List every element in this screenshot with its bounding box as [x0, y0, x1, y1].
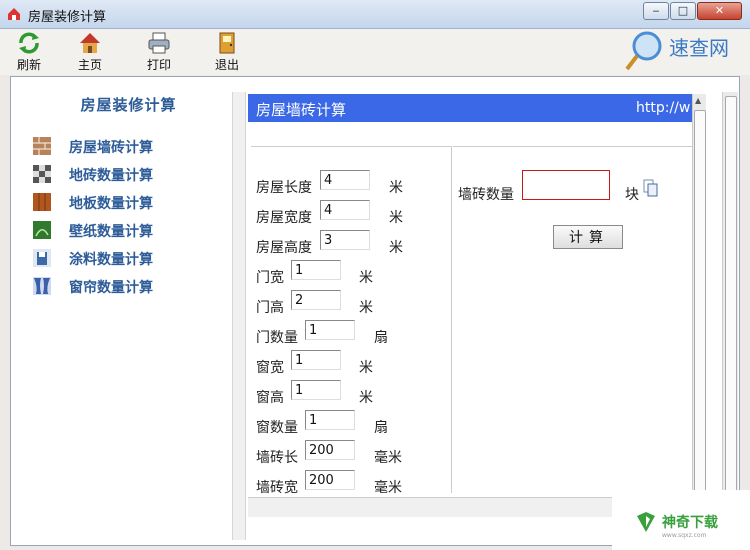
sidebar-item-floor-tile[interactable]: 地砖数量计算 — [31, 162, 221, 186]
window-height-input[interactable] — [291, 380, 341, 400]
field-label: 房屋宽度 — [256, 210, 312, 226]
brick-wall-icon — [33, 137, 51, 155]
exit-button[interactable]: 退出 — [202, 31, 252, 73]
watermark-subtext: www.sqxz.com — [662, 532, 707, 539]
app-icon — [8, 8, 20, 20]
refresh-label: 刷新 — [16, 58, 41, 72]
magnifier-icon — [625, 31, 662, 71]
field-unit: 米 — [389, 240, 403, 256]
splitter[interactable] — [232, 92, 246, 540]
field-label: 墙砖长 — [256, 450, 298, 466]
room-width-input[interactable] — [320, 200, 370, 220]
field-unit: 米 — [359, 300, 373, 316]
scroll-thumb[interactable] — [694, 110, 706, 500]
home-label: 主页 — [77, 58, 102, 72]
room-length-input[interactable] — [320, 170, 370, 190]
scroll-thumb[interactable] — [725, 96, 737, 526]
content-header: 房屋墙砖计算 http://w — [248, 94, 693, 122]
field-label: 墙砖宽 — [256, 480, 298, 496]
refresh-button[interactable]: 刷新 — [4, 31, 54, 73]
tile-width-input[interactable] — [305, 470, 355, 490]
sidebar-title: 房屋装修计算 — [80, 96, 177, 114]
checker-tile-icon — [33, 165, 51, 183]
main-scrollbar[interactable] — [722, 92, 738, 540]
print-button[interactable]: 打印 — [134, 31, 184, 73]
sidebar-item-paint[interactable]: 涂料数量计算 — [31, 246, 221, 270]
field-label: 房屋长度 — [256, 180, 312, 196]
content-scrollbar[interactable]: ▲ — [692, 94, 706, 540]
header-url[interactable]: http://w — [636, 100, 690, 116]
close-button[interactable]: ✕ — [697, 2, 742, 20]
site-logo: 速查网 — [625, 29, 748, 75]
minimize-button[interactable]: ‒ — [643, 2, 669, 20]
window-count-input[interactable] — [305, 410, 355, 430]
sidebar-item-label: 地砖数量计算 — [69, 168, 153, 184]
field-unit: 米 — [359, 270, 373, 286]
field-label: 门宽 — [256, 270, 284, 286]
sidebar: 房屋装修计算 房屋墙砖计算 地砖数量计算 地板数量计算 壁纸数量计算 涂料数量计… — [27, 92, 230, 540]
field-label: 房屋高度 — [256, 240, 312, 256]
field-label: 门数量 — [256, 330, 298, 346]
sidebar-item-label: 地板数量计算 — [69, 196, 153, 212]
field-label: 窗宽 — [256, 360, 284, 376]
sidebar-item-wall-tile[interactable]: 房屋墙砖计算 — [31, 134, 221, 158]
door-width-input[interactable] — [291, 260, 341, 280]
result-label: 墙砖数量 — [458, 187, 514, 203]
content-title: 房屋墙砖计算 — [256, 101, 347, 119]
curtain-icon — [33, 277, 51, 295]
exit-label: 退出 — [214, 58, 239, 72]
print-label: 打印 — [146, 58, 171, 72]
field-unit: 毫米 — [374, 480, 402, 496]
door-count-input[interactable] — [305, 320, 355, 340]
wallpaper-icon — [33, 221, 51, 239]
field-unit: 扇 — [374, 420, 388, 436]
maximize-button[interactable]: □ — [670, 2, 696, 20]
result-panel: 墙砖数量 块 计算 — [453, 146, 693, 493]
wood-floor-icon — [33, 193, 51, 211]
field-unit: 米 — [359, 390, 373, 406]
door-height-input[interactable] — [291, 290, 341, 310]
sidebar-item-label: 窗帘数量计算 — [69, 280, 153, 296]
field-label: 门高 — [256, 300, 284, 316]
window-title: 房屋装修计算 — [28, 10, 107, 25]
watermark-logo-icon — [637, 512, 655, 532]
field-label: 窗数量 — [256, 420, 298, 436]
field-unit: 米 — [389, 180, 403, 196]
field-unit: 毫米 — [374, 450, 402, 466]
result-unit: 块 — [625, 187, 639, 203]
tile-count-output[interactable] — [522, 170, 610, 200]
exit-door-icon — [219, 32, 235, 54]
scroll-up-arrow-icon[interactable]: ▲ — [695, 96, 701, 105]
input-form: 房屋长度 米 房屋宽度 米 房屋高度 米 门宽 米 门高 米 门数量 扇 窗宽 … — [251, 146, 452, 496]
refresh-icon — [19, 32, 39, 54]
sidebar-item-label: 房屋墙砖计算 — [69, 140, 153, 156]
paint-icon — [33, 249, 51, 267]
sidebar-item-wallpaper[interactable]: 壁纸数量计算 — [31, 218, 221, 242]
content-pane: 房屋墙砖计算 http://w 房屋长度 米 房屋宽度 米 房屋高度 米 门宽 … — [248, 94, 706, 540]
home-icon — [80, 33, 100, 53]
sidebar-item-curtain[interactable]: 窗帘数量计算 — [31, 274, 221, 298]
sidebar-item-wood-floor[interactable]: 地板数量计算 — [31, 190, 221, 214]
field-unit: 米 — [389, 210, 403, 226]
watermark: 神奇下载 www.sqxz.com — [612, 490, 750, 550]
room-height-input[interactable] — [320, 230, 370, 250]
field-unit: 米 — [359, 360, 373, 376]
field-unit: 扇 — [374, 330, 388, 346]
home-button[interactable]: 主页 — [65, 31, 115, 73]
sidebar-item-label: 涂料数量计算 — [69, 252, 153, 268]
logo-text: 速查网 — [669, 36, 729, 60]
printer-icon — [148, 32, 170, 54]
watermark-text: 神奇下载 — [662, 515, 718, 531]
tile-length-input[interactable] — [305, 440, 355, 460]
copy-icon[interactable] — [643, 179, 659, 197]
window-width-input[interactable] — [291, 350, 341, 370]
title-bar: 房屋装修计算 ‒ □ ✕ — [0, 0, 750, 29]
sidebar-item-label: 壁纸数量计算 — [69, 224, 153, 240]
field-label: 窗高 — [256, 390, 284, 406]
calculate-button[interactable]: 计算 — [553, 225, 623, 249]
